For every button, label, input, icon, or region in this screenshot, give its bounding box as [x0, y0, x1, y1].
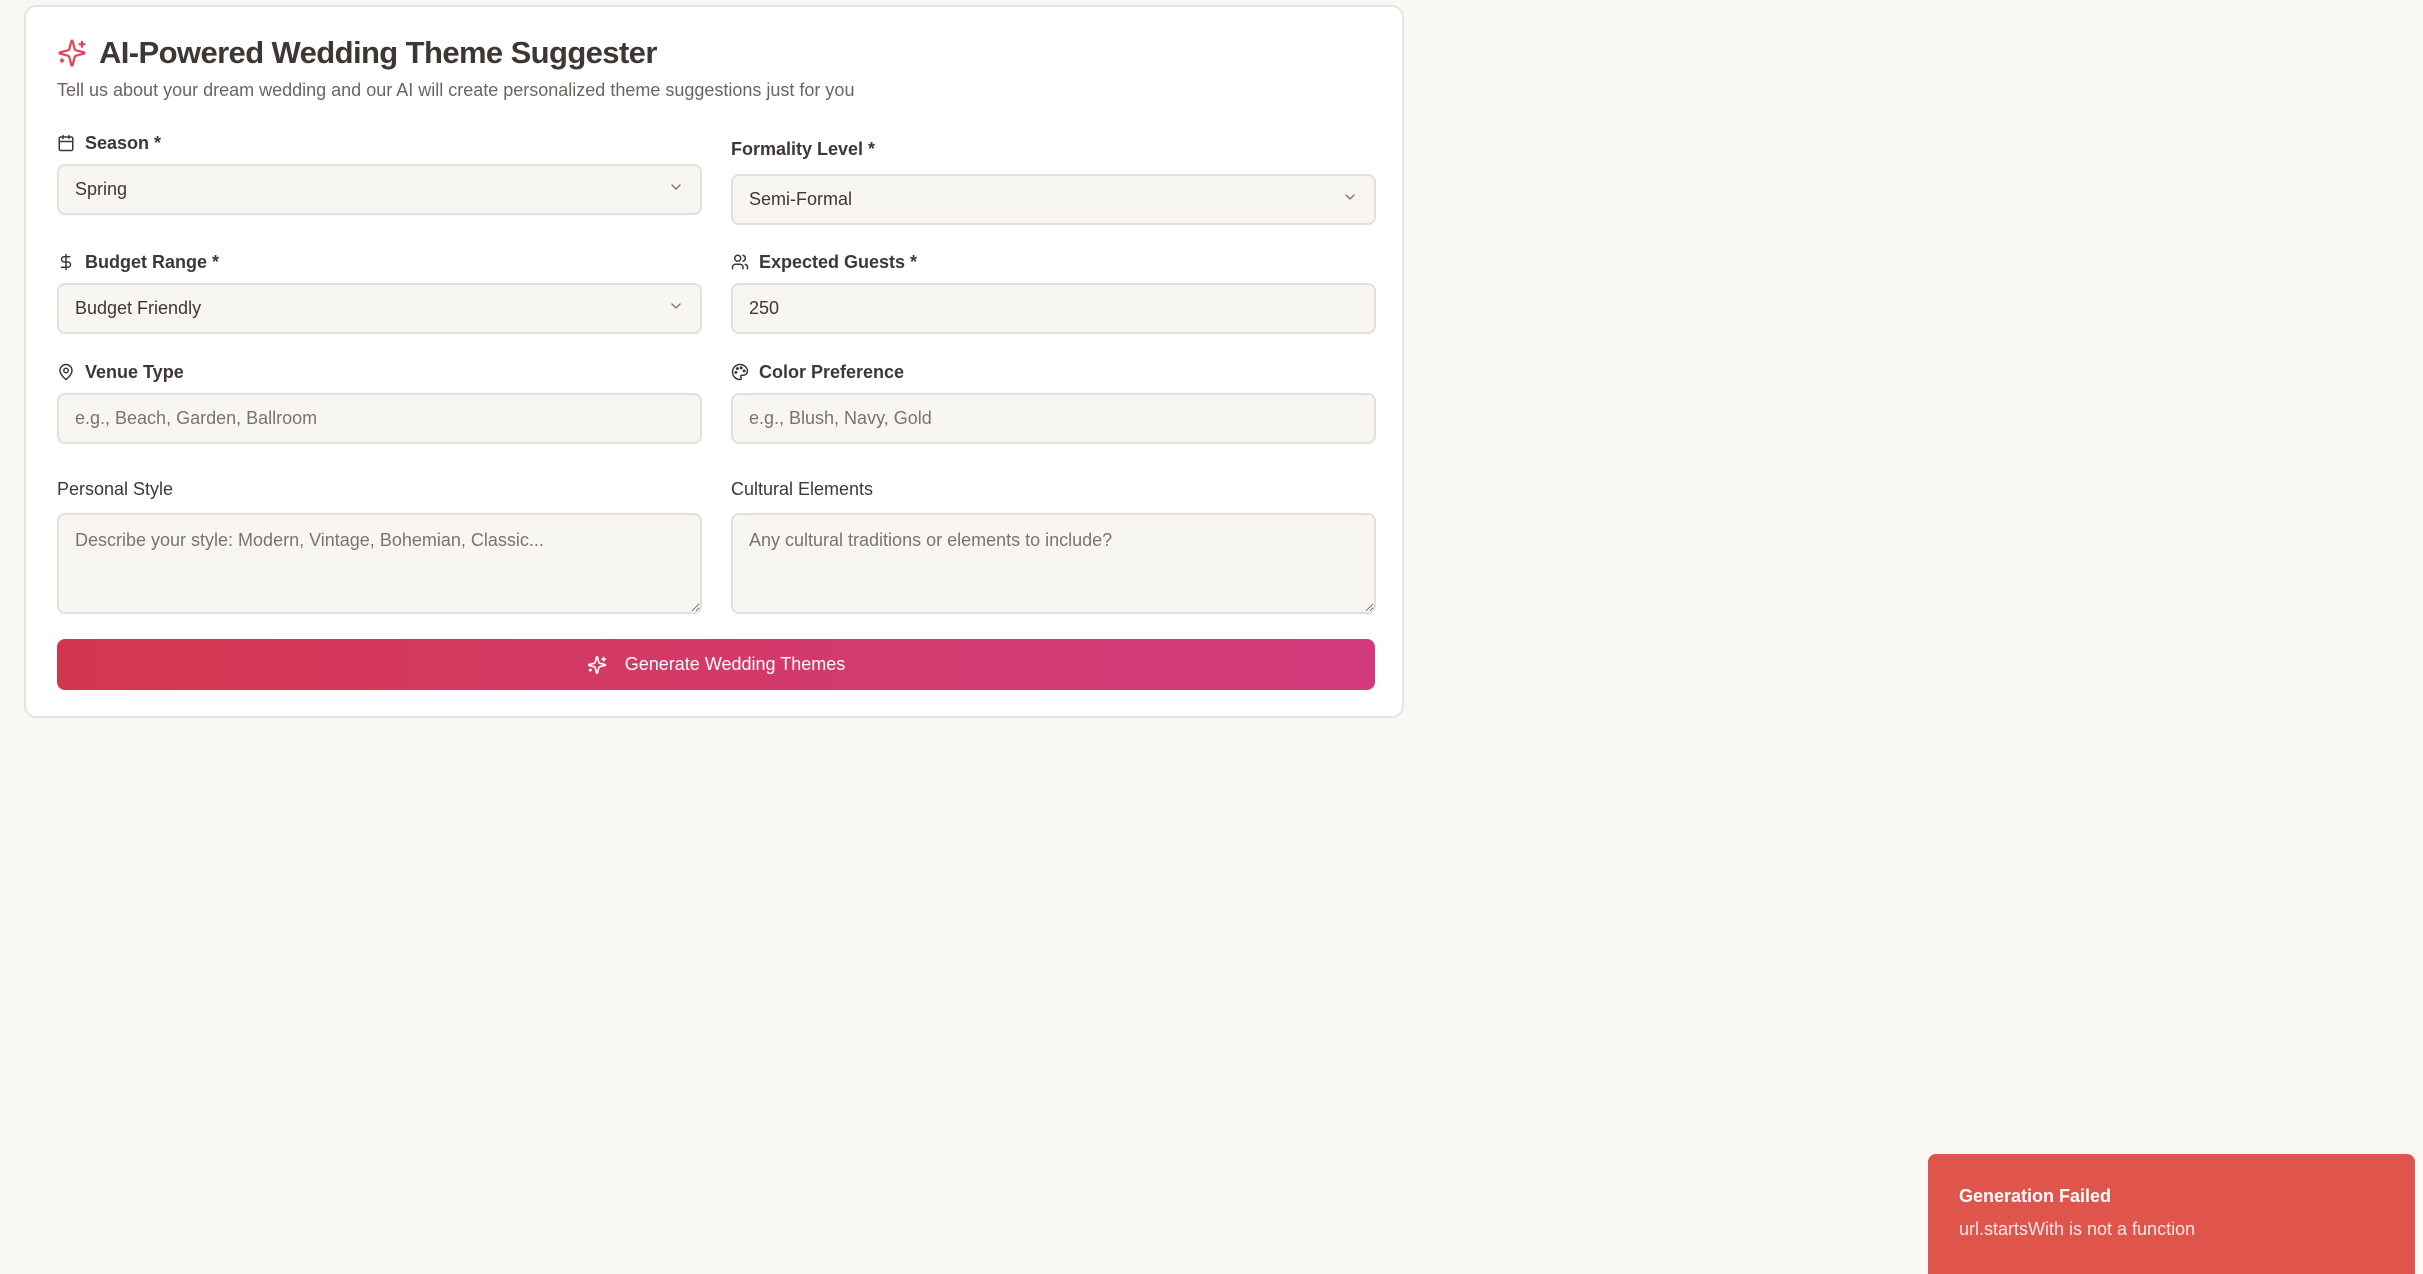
budget-select[interactable]: Budget Friendly [57, 283, 702, 334]
color-label: Color Preference [759, 361, 905, 382]
sparkles-icon [57, 38, 87, 68]
guests-input-wrapper [731, 283, 1376, 334]
cultural-label: Cultural Elements [731, 478, 874, 499]
toast-title: Generation Failed [1959, 1186, 2112, 1206]
venue-input-wrapper [57, 393, 702, 444]
season-value: Spring [75, 179, 128, 199]
season-select[interactable]: Spring [57, 164, 702, 215]
generate-themes-button[interactable]: Generate Wedding Themes [57, 639, 1375, 690]
cultural-field: Cultural Elements [731, 478, 1376, 614]
header: AI-Powered Wedding Theme Suggester [57, 35, 657, 71]
users-icon [731, 253, 749, 271]
formality-value: Semi-Formal [749, 189, 853, 209]
color-input-wrapper [731, 393, 1376, 444]
budget-value: Budget Friendly [75, 298, 202, 318]
toast-message: url.startsWith is not a function [1959, 1219, 2196, 1239]
budget-field: Budget Range * Budget Friendly [57, 251, 702, 334]
season-field: Season * Spring [57, 132, 702, 215]
palette-icon [731, 363, 749, 381]
color-field: Color Preference [731, 361, 1376, 444]
error-toast[interactable]: Generation Failed url.startsWith is not … [1928, 1154, 2415, 1274]
formality-field: Formality Level * Semi-Formal [731, 138, 1376, 225]
chevron-down-icon [668, 298, 684, 319]
color-input[interactable] [749, 408, 1358, 429]
season-label: Season * [85, 132, 162, 153]
guests-input[interactable] [749, 298, 1358, 319]
cultural-textarea[interactable] [731, 513, 1376, 614]
formality-select[interactable]: Semi-Formal [731, 174, 1376, 225]
style-label: Personal Style [57, 478, 174, 499]
guests-label: Expected Guests * [759, 251, 918, 272]
chevron-down-icon [668, 179, 684, 200]
chevron-down-icon [1342, 189, 1358, 210]
budget-label: Budget Range * [85, 251, 220, 272]
generate-themes-label: Generate Wedding Themes [624, 654, 846, 674]
map-pin-icon [57, 363, 75, 381]
dollar-icon [57, 253, 75, 271]
theme-suggester-card: AI-Powered Wedding Theme Suggester Tell … [24, 5, 1404, 718]
calendar-icon [57, 134, 75, 152]
style-field: Personal Style [57, 478, 702, 614]
style-textarea[interactable] [57, 513, 702, 614]
sparkles-icon [587, 655, 607, 675]
page-subtitle: Tell us about your dream wedding and our… [57, 80, 855, 100]
venue-input[interactable] [75, 408, 684, 429]
guests-field: Expected Guests * [731, 251, 1376, 334]
formality-label: Formality Level * [731, 138, 876, 159]
venue-label: Venue Type [85, 361, 184, 382]
venue-field: Venue Type [57, 361, 702, 444]
page-title: AI-Powered Wedding Theme Suggester [99, 35, 657, 70]
